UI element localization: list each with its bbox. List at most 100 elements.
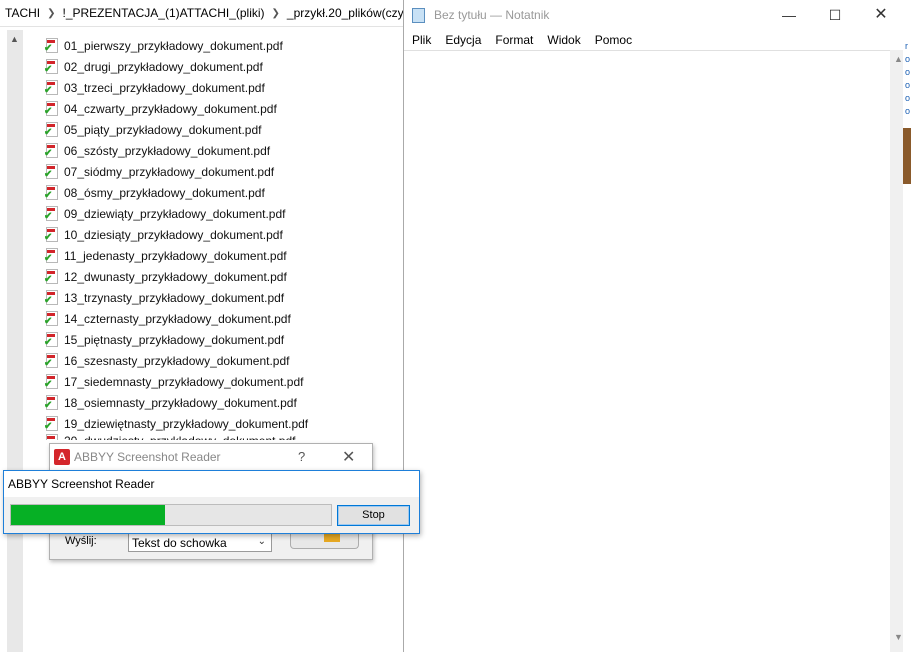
file-list-item[interactable]: ✔ 04_czwarty_przykładowy_dokument.pdf <box>44 98 404 119</box>
file-list-item[interactable]: ✔ 02_drugi_przykładowy_dokument.pdf <box>44 56 404 77</box>
file-list-item[interactable]: ✔ 17_siedemnasty_przykładowy_dokument.pdf <box>44 371 404 392</box>
file-name: 17_siedemnasty_przykładowy_dokument.pdf <box>64 374 304 389</box>
close-button[interactable]: ✕ <box>858 0 904 30</box>
pdf-file-icon: ✔ <box>44 415 58 432</box>
pdf-file-icon: ✔ <box>44 205 58 222</box>
pdf-file-icon: ✔ <box>44 121 58 138</box>
file-name: 12_dwunasty_przykładowy_dokument.pdf <box>64 269 287 284</box>
file-list-item[interactable]: ✔ 19_dziewiętnasty_przykładowy_dokument.p… <box>44 413 404 434</box>
menu-format[interactable]: Format <box>488 33 540 47</box>
scroll-up-arrow-icon[interactable]: ▲ <box>894 54 903 64</box>
file-list-item[interactable]: ✔ 01_pierwszy_przykładowy_dokument.pdf <box>44 35 404 56</box>
breadcrumb-item[interactable]: TACHI <box>0 6 45 20</box>
progress-bar <box>10 504 332 526</box>
file-name: 20_dwudziesty_przykładowy_dokument.pdf <box>64 434 295 440</box>
file-list-item[interactable]: ✔ 14_czternasty_przykładowy_dokument.pdf <box>44 308 404 329</box>
file-list-item[interactable]: ✔ 20_dwudziesty_przykładowy_dokument.pdf <box>44 434 404 440</box>
pdf-file-icon: ✔ <box>44 37 58 54</box>
abbyy-titlebar[interactable]: A ABBYY Screenshot Reader ? ✕ <box>50 444 372 470</box>
file-list-item[interactable]: ✔ 07_siódmy_przykładowy_dokument.pdf <box>44 161 404 182</box>
file-list-item[interactable]: ✔ 18_osiemnasty_przykładowy_dokument.pdf <box>44 392 404 413</box>
file-list-item[interactable]: ✔ 16_szesnasty_przykładowy_dokument.pdf <box>44 350 404 371</box>
file-list-item[interactable]: ✔ 06_szósty_przykładowy_dokument.pdf <box>44 140 404 161</box>
file-name: 09_dziewiąty_przykładowy_dokument.pdf <box>64 206 286 221</box>
pdf-file-icon: ✔ <box>44 394 58 411</box>
pdf-file-icon: ✔ <box>44 373 58 390</box>
notepad-titlebar[interactable]: Bez tytułu — Notatnik — ☐ ✕ <box>404 0 911 30</box>
file-name: 04_czwarty_przykładowy_dokument.pdf <box>64 101 277 116</box>
chevron-right-icon[interactable]: ❯ <box>45 8 57 19</box>
breadcrumb: TACHI ❯ !_PREZENTACJA_(1)ATTACHI_(pliki)… <box>0 0 404 27</box>
pdf-file-icon: ✔ <box>44 310 58 327</box>
chevron-right-icon[interactable]: ❯ <box>270 8 282 19</box>
send-label: Wyślij: <box>65 535 97 547</box>
file-name: 05_piąty_przykładowy_dokument.pdf <box>64 122 262 137</box>
minimize-button[interactable]: — <box>766 0 812 30</box>
stop-button[interactable]: Stop <box>337 505 410 526</box>
progress-titlebar[interactable]: ABBYY Screenshot Reader <box>4 471 419 497</box>
background-link-fragments: rooooo <box>905 41 911 116</box>
pdf-file-icon: ✔ <box>44 184 58 201</box>
progress-bar-fill <box>11 505 165 525</box>
breadcrumb-item[interactable]: !_PREZENTACJA_(1)ATTACHI_(pliki) <box>58 6 270 20</box>
file-list-item[interactable]: ✔ 10_dziesiąty_przykładowy_dokument.pdf <box>44 224 404 245</box>
file-list-item[interactable]: ✔ 11_jedenasty_przykładowy_dokument.pdf <box>44 245 404 266</box>
send-destination-value: Tekst do schowka <box>132 536 227 550</box>
file-list-item[interactable]: ✔ 08_ósmy_przykładowy_dokument.pdf <box>44 182 404 203</box>
help-button[interactable]: ? <box>298 449 305 464</box>
menu-help[interactable]: Pomoc <box>588 33 639 47</box>
file-list-item[interactable]: ✔ 03_trzeci_przykładowy_dokument.pdf <box>44 77 404 98</box>
send-destination-dropdown[interactable]: Tekst do schowka ⌄ <box>128 532 272 552</box>
file-name: 02_drugi_przykładowy_dokument.pdf <box>64 59 263 74</box>
file-name: 15_piętnasty_przykładowy_dokument.pdf <box>64 332 285 347</box>
progress-dialog: ABBYY Screenshot Reader Stop <box>3 470 420 534</box>
window-title: Bez tytułu — Notatnik <box>434 8 550 22</box>
pdf-file-icon: ✔ <box>44 79 58 96</box>
pdf-file-icon: ✔ <box>44 58 58 75</box>
background-image-fragment <box>903 128 911 184</box>
file-name: 08_ósmy_przykładowy_dokument.pdf <box>64 185 265 200</box>
pdf-file-icon: ✔ <box>44 331 58 348</box>
pdf-file-icon: ✔ <box>44 352 58 369</box>
breadcrumb-item[interactable]: _przykł.20_plików(czyste) <box>282 6 404 20</box>
file-name: 03_trzeci_przykładowy_dokument.pdf <box>64 80 265 95</box>
file-name: 10_dziesiąty_przykładowy_dokument.pdf <box>64 227 283 242</box>
text-editor-area[interactable] <box>404 50 890 653</box>
dialog-title: ABBYY Screenshot Reader <box>8 477 155 491</box>
menu-file[interactable]: Plik <box>404 33 438 47</box>
window-title: ABBYY Screenshot Reader <box>74 450 221 464</box>
pdf-file-icon: ✔ <box>44 289 58 306</box>
scroll-down-arrow-icon[interactable]: ▼ <box>894 632 903 642</box>
pdf-file-icon: ✔ <box>44 163 58 180</box>
file-list-item[interactable]: ✔ 13_trzynasty_przykładowy_dokument.pdf <box>44 287 404 308</box>
file-list-item[interactable]: ✔ 15_piętnasty_przykładowy_dokument.pdf <box>44 329 404 350</box>
pdf-file-icon: ✔ <box>44 226 58 243</box>
file-name: 11_jedenasty_przykładowy_dokument.pdf <box>64 248 287 263</box>
scroll-up-arrow-icon[interactable]: ▲ <box>10 34 19 44</box>
file-list-item[interactable]: ✔ 12_dwunasty_przykładowy_dokument.pdf <box>44 266 404 287</box>
file-list: ✔ 01_pierwszy_przykładowy_dokument.pdf ✔ 02… <box>44 35 404 440</box>
pdf-file-icon: ✔ <box>44 247 58 264</box>
file-name: 18_osiemnasty_przykładowy_dokument.pdf <box>64 395 297 410</box>
menu-edit[interactable]: Edycja <box>438 33 488 47</box>
file-name: 16_szesnasty_przykładowy_dokument.pdf <box>64 353 290 368</box>
file-list-item[interactable]: ✔ 09_dziewiąty_przykładowy_dokument.pdf <box>44 203 404 224</box>
close-button[interactable]: ✕ <box>342 447 355 467</box>
menu-view[interactable]: Widok <box>540 33 587 47</box>
file-list-item[interactable]: ✔ 05_piąty_przykładowy_dokument.pdf <box>44 119 404 140</box>
pdf-file-icon: ✔ <box>44 142 58 159</box>
notepad-icon <box>412 8 425 23</box>
chevron-down-icon: ⌄ <box>257 536 266 547</box>
file-name: 19_dziewiętnasty_przykładowy_dokument.pd… <box>64 416 309 431</box>
background-window-edge: rooooo <box>903 0 911 652</box>
file-name: 01_pierwszy_przykładowy_dokument.pdf <box>64 38 283 53</box>
pdf-file-icon: ✔ <box>44 268 58 285</box>
maximize-button[interactable]: ☐ <box>812 0 858 30</box>
pdf-file-icon: ✔ <box>44 100 58 117</box>
file-name: 06_szósty_przykładowy_dokument.pdf <box>64 143 271 158</box>
abbyy-logo-icon: A <box>54 449 70 465</box>
pdf-file-icon: ✔ <box>44 434 58 440</box>
notepad-window: Bez tytułu — Notatnik — ☐ ✕ Plik Edycja … <box>403 0 911 653</box>
file-name: 13_trzynasty_przykładowy_dokument.pdf <box>64 290 285 305</box>
nav-pane-scrollbar[interactable]: ▲ <box>7 30 23 652</box>
